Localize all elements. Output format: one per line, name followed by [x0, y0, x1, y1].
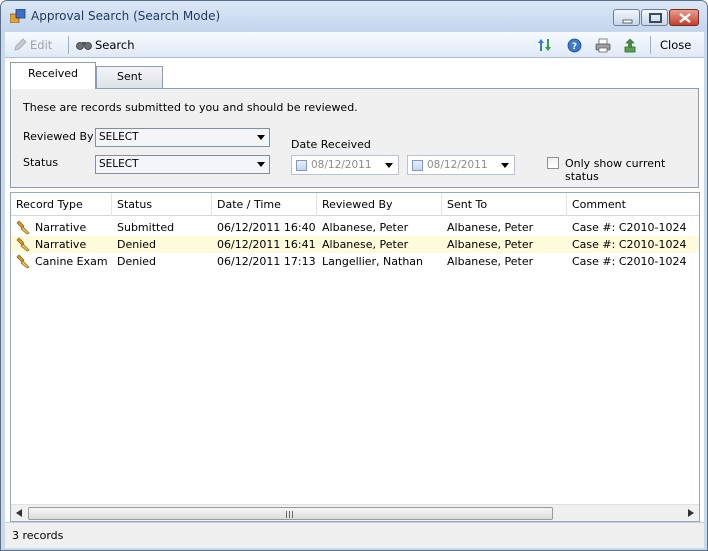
edit-button[interactable]: Edit — [13, 37, 52, 53]
chevron-down-icon — [257, 135, 265, 140]
print-button[interactable] — [595, 37, 611, 53]
cell-sent-to: Albanese, Peter — [447, 221, 534, 234]
main-content: Sent Received These are records submitte… — [5, 58, 704, 548]
close-window-button[interactable] — [669, 9, 699, 26]
export-button[interactable] — [623, 37, 637, 53]
maximize-button[interactable] — [641, 9, 668, 26]
edit-label: Edit — [30, 38, 53, 52]
status-select[interactable]: SELECT — [95, 155, 270, 174]
minimize-icon — [622, 19, 633, 24]
criteria-description: These are records submitted to you and s… — [23, 101, 358, 114]
chevron-down-icon — [501, 163, 509, 168]
cell-date-time: 06/12/2011 16:40 — [217, 221, 316, 234]
cell-status: Denied — [117, 238, 157, 251]
help-button[interactable]: ? — [567, 37, 582, 53]
chevron-down-icon — [385, 163, 393, 168]
column-header-sent-to[interactable]: Sent To — [442, 193, 567, 216]
column-header-reviewed-by[interactable]: Reviewed By — [317, 193, 442, 216]
close-label: Close — [660, 38, 692, 52]
tab-sent[interactable]: Sent — [96, 66, 163, 89]
reviewed-by-value: SELECT — [99, 131, 139, 143]
cell-status: Submitted — [117, 221, 175, 234]
date-to-checkbox[interactable] — [412, 160, 423, 171]
record-count: 3 records — [12, 529, 64, 542]
cell-sent-to: Albanese, Peter — [447, 255, 534, 268]
horizontal-scrollbar[interactable] — [11, 504, 699, 521]
cell-comment: Case #: C2010-1024 — [572, 238, 687, 251]
toolbar-separator — [650, 36, 651, 54]
date-to-value: 08/12/2011 — [427, 159, 488, 171]
app-icon — [10, 9, 26, 23]
cell-record-type: Narrative — [35, 238, 87, 251]
cell-reviewed-by: Albanese, Peter — [322, 221, 409, 234]
cell-reviewed-by: Albanese, Peter — [322, 238, 409, 251]
grid-header: Record Type Status Date / Time Reviewed … — [11, 193, 699, 216]
printer-icon — [595, 38, 611, 52]
search-criteria-panel: These are records submitted to you and s… — [10, 88, 699, 188]
help-icon: ? — [567, 38, 582, 52]
date-from-picker[interactable]: 08/12/2011 — [291, 155, 399, 175]
cell-sent-to: Albanese, Peter — [447, 238, 534, 251]
table-row[interactable]: Canine Exam Denied 06/12/2011 17:13 Lang… — [11, 253, 699, 270]
status-value: SELECT — [99, 158, 139, 170]
pen-icon — [16, 237, 30, 252]
search-label: Search — [95, 38, 135, 52]
table-row[interactable]: Narrative Submitted 06/12/2011 16:40 Alb… — [11, 219, 699, 236]
toolbar-separator — [68, 36, 69, 54]
title-bar[interactable]: Approval Search (Search Mode) — [1, 1, 707, 31]
tab-received[interactable]: Received — [10, 62, 96, 89]
sort-button[interactable] — [537, 37, 553, 53]
chevron-down-icon — [257, 162, 265, 167]
binoculars-icon — [76, 42, 92, 50]
pen-icon — [16, 220, 30, 235]
scrollbar-thumb[interactable] — [28, 507, 553, 520]
cell-record-type: Narrative — [35, 221, 87, 234]
toolbar: Edit Search ? Close — [5, 32, 704, 58]
reviewed-by-select[interactable]: SELECT — [95, 128, 270, 147]
table-row[interactable]: Narrative Denied 06/12/2011 16:41 Albane… — [11, 236, 699, 253]
search-button[interactable]: Search — [76, 37, 135, 53]
date-to-picker[interactable]: 08/12/2011 — [407, 155, 515, 175]
scroll-right-icon[interactable] — [688, 509, 694, 517]
date-from-checkbox[interactable] — [296, 160, 307, 171]
grip-icon — [286, 511, 293, 518]
svg-text:?: ? — [572, 42, 577, 52]
reviewed-by-label: Reviewed By — [23, 130, 94, 143]
close-button[interactable]: Close — [660, 37, 691, 53]
scroll-left-icon[interactable] — [16, 509, 22, 517]
pen-icon — [16, 254, 30, 269]
export-icon — [624, 38, 636, 52]
close-icon — [679, 13, 691, 23]
column-header-comment[interactable]: Comment — [567, 193, 699, 216]
date-from-value: 08/12/2011 — [311, 159, 372, 171]
date-received-label: Date Received — [291, 138, 371, 151]
cell-comment: Case #: C2010-1024 — [572, 221, 687, 234]
cell-reviewed-by: Langellier, Nathan — [322, 255, 424, 268]
column-header-status[interactable]: Status — [112, 193, 212, 216]
status-label: Status — [23, 156, 59, 169]
current-status-label: Only show current status — [565, 157, 666, 183]
cell-date-time: 06/12/2011 17:13 — [217, 255, 316, 268]
minimize-button[interactable] — [613, 9, 640, 26]
approval-search-window: Approval Search (Search Mode) Edit Searc… — [0, 0, 708, 551]
cell-date-time: 06/12/2011 16:41 — [217, 238, 316, 251]
window-title: Approval Search (Search Mode) — [31, 9, 221, 23]
current-status-checkbox[interactable] — [547, 157, 559, 169]
column-header-date-time[interactable]: Date / Time — [212, 193, 317, 216]
sort-icon — [538, 39, 551, 51]
cell-record-type: Canine Exam — [35, 255, 108, 268]
maximize-icon — [649, 13, 662, 23]
cell-comment: Case #: C2010-1024 — [572, 255, 687, 268]
edit-icon — [14, 38, 27, 51]
cell-status: Denied — [117, 255, 157, 268]
column-header-record-type[interactable]: Record Type — [11, 193, 112, 216]
records-grid: Record Type Status Date / Time Reviewed … — [10, 192, 700, 522]
status-bar: 3 records — [5, 522, 704, 548]
